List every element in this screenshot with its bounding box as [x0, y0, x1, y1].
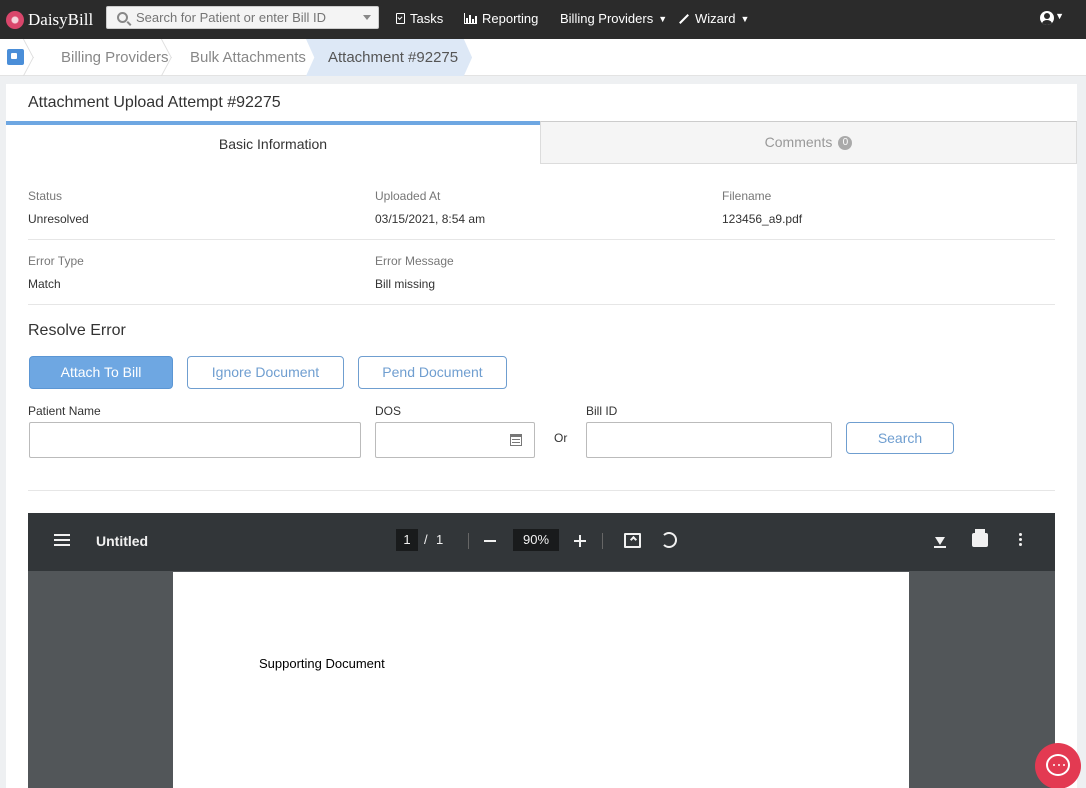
fit-to-page-icon[interactable]: [624, 533, 641, 548]
zoom-in-icon[interactable]: [574, 535, 586, 547]
toolbar-divider: [468, 533, 469, 549]
patient-name-input[interactable]: [29, 422, 361, 458]
dos-label: DOS: [375, 404, 402, 418]
app-name: DaisyBill: [28, 9, 94, 29]
zoom-out-icon[interactable]: [484, 540, 496, 542]
breadcrumb-attachment: Attachment #92275: [306, 39, 473, 76]
page-separator: /: [424, 532, 428, 547]
divider: [28, 490, 1055, 491]
filename-value: 123456_a9.pdf: [722, 212, 803, 226]
breadcrumb-separator: [33, 39, 43, 76]
user-avatar-icon[interactable]: [1040, 11, 1054, 25]
nav-wizard-label: Wizard: [695, 11, 736, 26]
resolve-error-title: Resolve Error: [28, 322, 126, 339]
error-type-label: Error Type: [28, 254, 84, 268]
tab-comments-label: Comments: [764, 134, 833, 150]
search-button[interactable]: Search: [846, 422, 954, 454]
uploaded-at-label: Uploaded At: [375, 189, 441, 203]
more-options-icon[interactable]: [1019, 533, 1022, 536]
toolbar-divider: [602, 533, 603, 549]
daisy-logo-icon: [6, 10, 24, 29]
filename-label: Filename: [722, 189, 772, 203]
tabs: Basic Information Comments 0: [6, 121, 1077, 164]
menu-icon[interactable]: [54, 534, 70, 536]
wand-icon: [679, 13, 689, 24]
calendar-icon[interactable]: [510, 434, 522, 446]
error-message-label: Error Message: [375, 254, 454, 268]
patient-search[interactable]: [106, 6, 379, 29]
breadcrumb-separator: [171, 39, 181, 76]
attachment-card: Attachment Upload Attempt #92275 Basic I…: [6, 84, 1077, 788]
search-icon: [117, 12, 128, 23]
home-icon[interactable]: [7, 49, 24, 65]
nav-wizard[interactable]: Wizard ▼: [678, 10, 749, 27]
bar-chart-icon: [464, 13, 477, 24]
dos-input[interactable]: [375, 422, 535, 458]
pdf-viewer: Untitled 1 / 1 90% Supporting Document: [28, 513, 1055, 788]
tab-basic-label: Basic Information: [218, 136, 328, 152]
uploaded-at-value: 03/15/2021, 8:54 am: [375, 212, 486, 226]
bill-id-label: Bill ID: [586, 404, 618, 418]
tab-basic-information[interactable]: Basic Information: [6, 121, 540, 164]
download-icon[interactable]: [934, 532, 946, 548]
nav-tasks-label: Tasks: [410, 11, 444, 26]
chat-button[interactable]: [1035, 743, 1081, 788]
divider: [28, 304, 1055, 305]
breadcrumb: Billing Providers Bulk Attachments Attac…: [0, 39, 1086, 76]
ignore-document-button[interactable]: Ignore Document: [187, 356, 344, 389]
pdf-page: Supporting Document: [173, 572, 909, 788]
status-label: Status: [28, 189, 63, 203]
nav-billing-providers[interactable]: Billing Providers ▼: [560, 10, 667, 27]
patient-name-label: Patient Name: [28, 404, 101, 418]
nav-reporting[interactable]: Reporting: [464, 10, 538, 27]
zoom-level-input[interactable]: 90%: [513, 529, 559, 551]
pdf-document-text: Supporting Document: [259, 656, 385, 671]
status-value: Unresolved: [28, 212, 89, 226]
tab-comments[interactable]: Comments 0: [540, 121, 1077, 164]
caret-down-icon[interactable]: [363, 15, 371, 20]
page-title: Attachment Upload Attempt #92275: [28, 94, 281, 111]
chevron-down-icon: ▼: [740, 13, 750, 24]
attach-to-bill-button[interactable]: Attach To Bill: [29, 356, 173, 389]
chat-bubble-icon: [1046, 754, 1070, 776]
patient-search-input[interactable]: [136, 10, 356, 25]
pdf-toolbar: Untitled 1 / 1 90%: [28, 513, 1055, 571]
or-label: Or: [554, 431, 568, 445]
page-total: 1: [436, 532, 444, 547]
nav-reporting-label: Reporting: [482, 11, 539, 26]
pend-document-button[interactable]: Pend Document: [358, 356, 507, 389]
clipboard-icon: [396, 13, 405, 24]
breadcrumb-bulk-attachments[interactable]: Bulk Attachments: [190, 39, 306, 76]
page-number-input[interactable]: 1: [396, 529, 418, 551]
top-nav: DaisyBill Tasks Reporting Billing Provid…: [0, 0, 1086, 39]
rotate-icon[interactable]: [661, 532, 677, 548]
logo[interactable]: DaisyBill: [6, 10, 102, 30]
pdf-title: Untitled: [96, 533, 149, 549]
error-type-value: Match: [28, 277, 61, 291]
chevron-down-icon[interactable]: ▼: [1055, 11, 1064, 21]
chevron-down-icon: ▼: [658, 13, 668, 24]
error-message-value: Bill missing: [375, 277, 436, 291]
nav-tasks[interactable]: Tasks: [396, 10, 443, 27]
comments-count-badge: 0: [838, 136, 853, 151]
print-icon[interactable]: [972, 529, 988, 547]
bill-id-input[interactable]: [586, 422, 832, 458]
breadcrumb-billing-providers[interactable]: Billing Providers: [61, 39, 169, 76]
divider: [28, 239, 1055, 240]
nav-billing-providers-label: Billing Providers: [560, 11, 654, 26]
